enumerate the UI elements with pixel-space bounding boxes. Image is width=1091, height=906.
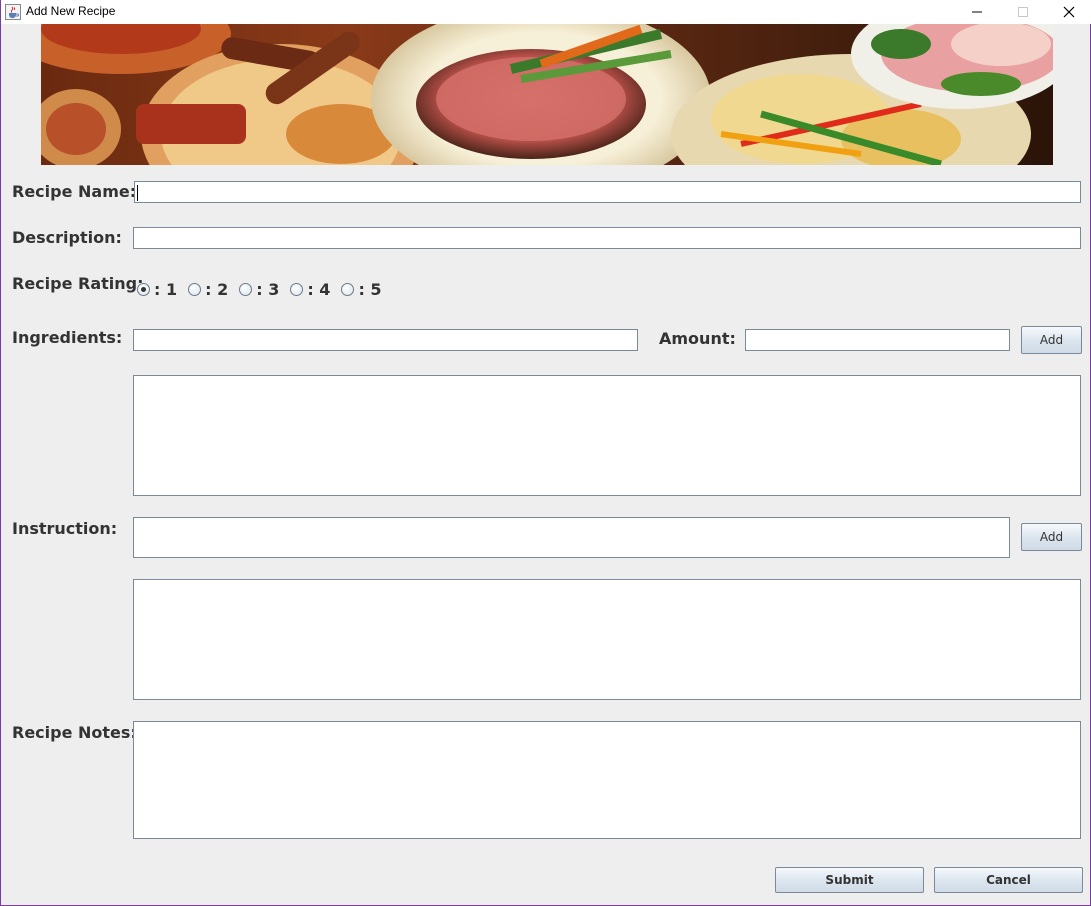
rating-option-label: : 1	[154, 279, 178, 299]
maximize-button[interactable]	[1000, 0, 1046, 24]
food-banner-image	[41, 24, 1053, 165]
rating-option-label: : 4	[307, 279, 331, 299]
rating-option-2[interactable]: : 2	[188, 280, 228, 299]
radio-selected-icon[interactable]	[137, 282, 150, 296]
rating-option-label: : 3	[256, 279, 280, 299]
minimize-button[interactable]	[954, 0, 1000, 24]
close-button[interactable]	[1046, 0, 1091, 24]
maximize-icon	[1018, 7, 1028, 17]
rating-radio-group: : 1 : 2 : 3 : 4 : 5	[137, 279, 393, 299]
java-cup-icon	[5, 4, 21, 20]
recipe-notes-textarea[interactable]	[134, 722, 1080, 838]
ingredient-input[interactable]	[134, 331, 637, 352]
rating-option-1[interactable]: : 1	[137, 280, 177, 299]
instructions-list-textarea[interactable]	[134, 580, 1080, 699]
ingredients-label: Ingredients:	[12, 328, 123, 347]
ingredients-list-textarea[interactable]	[134, 376, 1080, 495]
instruction-textarea[interactable]	[134, 518, 1009, 557]
ingredients-list-area[interactable]	[133, 375, 1081, 496]
recipe-name-field[interactable]	[134, 181, 1081, 204]
radio-unselected-icon[interactable]	[290, 282, 304, 296]
radio-unselected-icon[interactable]	[341, 282, 355, 296]
text-caret	[137, 185, 138, 201]
rating-option-4[interactable]: : 4	[290, 280, 330, 299]
description-input[interactable]	[134, 229, 1080, 250]
cancel-button[interactable]: Cancel	[934, 867, 1083, 893]
submit-button[interactable]: Submit	[775, 867, 924, 893]
instruction-field[interactable]	[133, 517, 1010, 558]
add-recipe-window: Add New Recipe Recipe Name: Description:…	[0, 0, 1091, 906]
description-field[interactable]	[133, 227, 1081, 250]
instruction-label: Instruction:	[12, 519, 118, 538]
description-label: Description:	[12, 228, 122, 247]
amount-field[interactable]	[745, 329, 1010, 352]
amount-input[interactable]	[746, 331, 1009, 352]
amount-label: Amount:	[659, 329, 736, 348]
recipe-notes-field[interactable]	[133, 721, 1081, 839]
close-icon	[1063, 6, 1075, 18]
recipe-rating-label: Recipe Rating:	[12, 274, 144, 293]
title-bar: Add New Recipe	[1, 0, 1091, 24]
recipe-name-input[interactable]	[135, 183, 1080, 204]
recipe-notes-label: Recipe Notes:	[12, 723, 137, 742]
rating-option-label: : 2	[205, 279, 229, 299]
add-ingredient-button[interactable]: Add	[1021, 326, 1082, 354]
rating-option-5[interactable]: : 5	[341, 279, 382, 299]
window-title: Add New Recipe	[26, 4, 116, 18]
add-instruction-button[interactable]: Add	[1021, 523, 1082, 551]
ingredient-field[interactable]	[133, 329, 638, 352]
recipe-name-label: Recipe Name:	[12, 182, 137, 201]
rating-option-label: : 5	[358, 279, 382, 299]
minimize-icon	[972, 11, 982, 13]
radio-unselected-icon[interactable]	[188, 282, 202, 296]
rating-option-3[interactable]: : 3	[239, 280, 279, 299]
radio-unselected-icon[interactable]	[239, 282, 253, 296]
instructions-list-area[interactable]	[133, 579, 1081, 700]
